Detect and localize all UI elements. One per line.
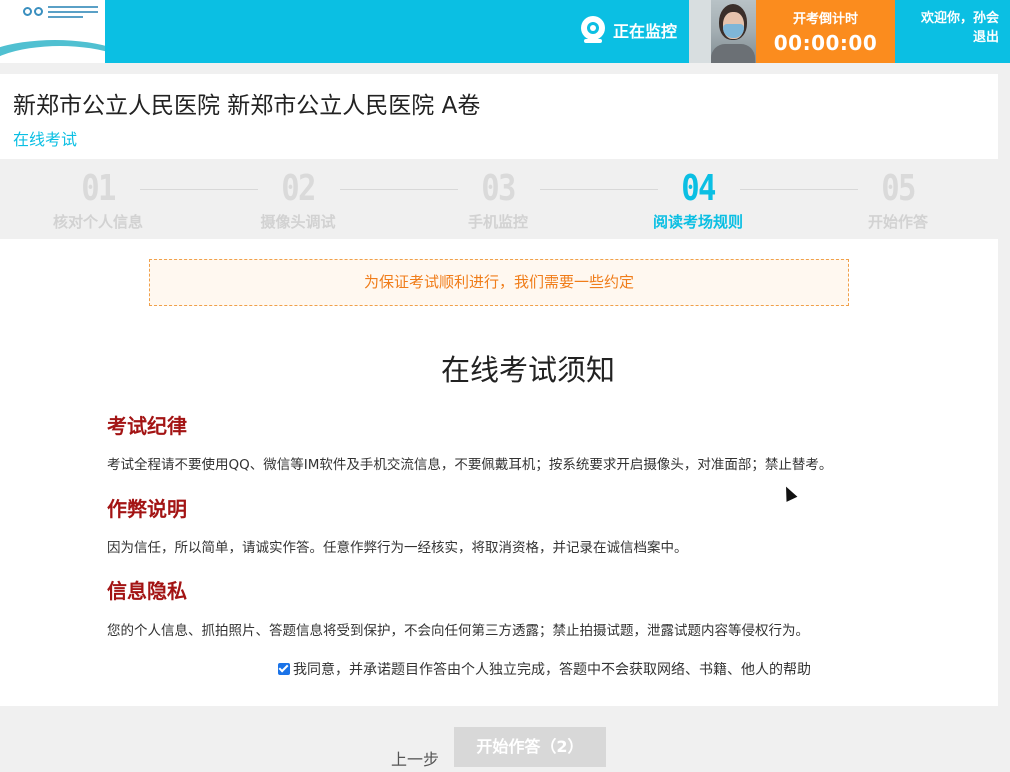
section-text-discipline: 考试全程请不要使用QQ、微信等IM软件及手机交流信息，不要佩戴耳机；按系统要求开… xyxy=(107,457,833,473)
step-name: 阅读考场规则 xyxy=(652,213,743,231)
hospital-logo xyxy=(0,0,105,63)
webcam-preview xyxy=(689,0,756,63)
step-number: 02 xyxy=(281,168,316,209)
previous-step-button[interactable]: 上一步 xyxy=(391,746,439,770)
countdown-box: 开考倒计时 00:00:00 xyxy=(756,0,895,63)
step-5: 05 开始作答 xyxy=(828,167,968,232)
progress-steps: 01 核对个人信息 02 摄像头调试 03 手机监控 04 阅读考场规则 05 … xyxy=(0,159,1010,239)
user-area: 欢迎你，孙会 退出 xyxy=(895,0,1010,63)
section-heading-discipline: 考试纪律 xyxy=(107,414,187,438)
exam-title-card: 新郑市公立人民医院 新郑市公立人民医院 A卷 在线考试 xyxy=(0,74,998,159)
footer-actions: 上一步 开始作答（2） xyxy=(0,706,1010,772)
logo-mark-icon xyxy=(23,7,43,16)
agree-checkbox[interactable] xyxy=(278,663,290,675)
section-heading-privacy: 信息隐私 xyxy=(107,579,187,603)
step-name: 摄像头调试 xyxy=(260,213,336,231)
section-heading-cheating: 作弊说明 xyxy=(107,497,187,521)
exam-title: 新郑市公立人民医院 新郑市公立人民医院 A卷 xyxy=(13,93,481,119)
monitoring-status: 正在监控 xyxy=(580,12,677,48)
step-number: 03 xyxy=(481,168,516,209)
step-number: 04 xyxy=(681,168,716,209)
step-name: 核对个人信息 xyxy=(52,213,143,231)
countdown-time: 00:00:00 xyxy=(773,31,878,55)
rules-title: 在线考试须知 xyxy=(440,353,615,387)
welcome-text: 欢迎你，孙会 xyxy=(920,11,999,26)
step-name: 开始作答 xyxy=(867,213,928,231)
top-bar: 正在监控 开考倒计时 00:00:00 欢迎你，孙会 退出 xyxy=(0,0,1010,63)
rules-content: 为保证考试顺利进行，我们需要一些约定 在线考试须知 考试纪律 考试全程请不要使用… xyxy=(0,239,998,706)
step-1: 01 核对个人信息 xyxy=(28,167,168,232)
section-text-cheating: 因为信任，所以简单，请诚实作答。任意作弊行为一经核实，将取消资格，并记录在诚信档… xyxy=(107,540,688,556)
step-4-active: 04 阅读考场规则 xyxy=(628,167,768,232)
step-2: 02 摄像头调试 xyxy=(228,167,368,232)
step-number: 05 xyxy=(881,168,916,209)
monitoring-label: 正在监控 xyxy=(613,22,678,41)
agree-checkbox-row[interactable]: 我同意，并承诺题目作答由个人独立完成，答题中不会获取网络、书籍、他人的帮助 xyxy=(278,659,811,679)
section-text-privacy: 您的个人信息、抓拍照片、答题信息将受到保护，不会向任何第三方透露；禁止拍摄试题，… xyxy=(107,623,809,639)
webcam-icon xyxy=(580,16,606,44)
exam-subtitle-link[interactable]: 在线考试 xyxy=(13,126,77,150)
step-name: 手机监控 xyxy=(467,213,528,231)
step-3: 03 手机监控 xyxy=(428,167,568,232)
start-exam-button[interactable]: 开始作答（2） xyxy=(454,727,606,767)
countdown-label: 开考倒计时 xyxy=(792,12,858,27)
logout-link[interactable]: 退出 xyxy=(895,28,999,47)
agree-text: 我同意，并承诺题目作答由个人独立完成，答题中不会获取网络、书籍、他人的帮助 xyxy=(293,662,811,678)
step-number: 01 xyxy=(81,168,116,209)
notice-banner: 为保证考试顺利进行，我们需要一些约定 xyxy=(149,259,849,306)
